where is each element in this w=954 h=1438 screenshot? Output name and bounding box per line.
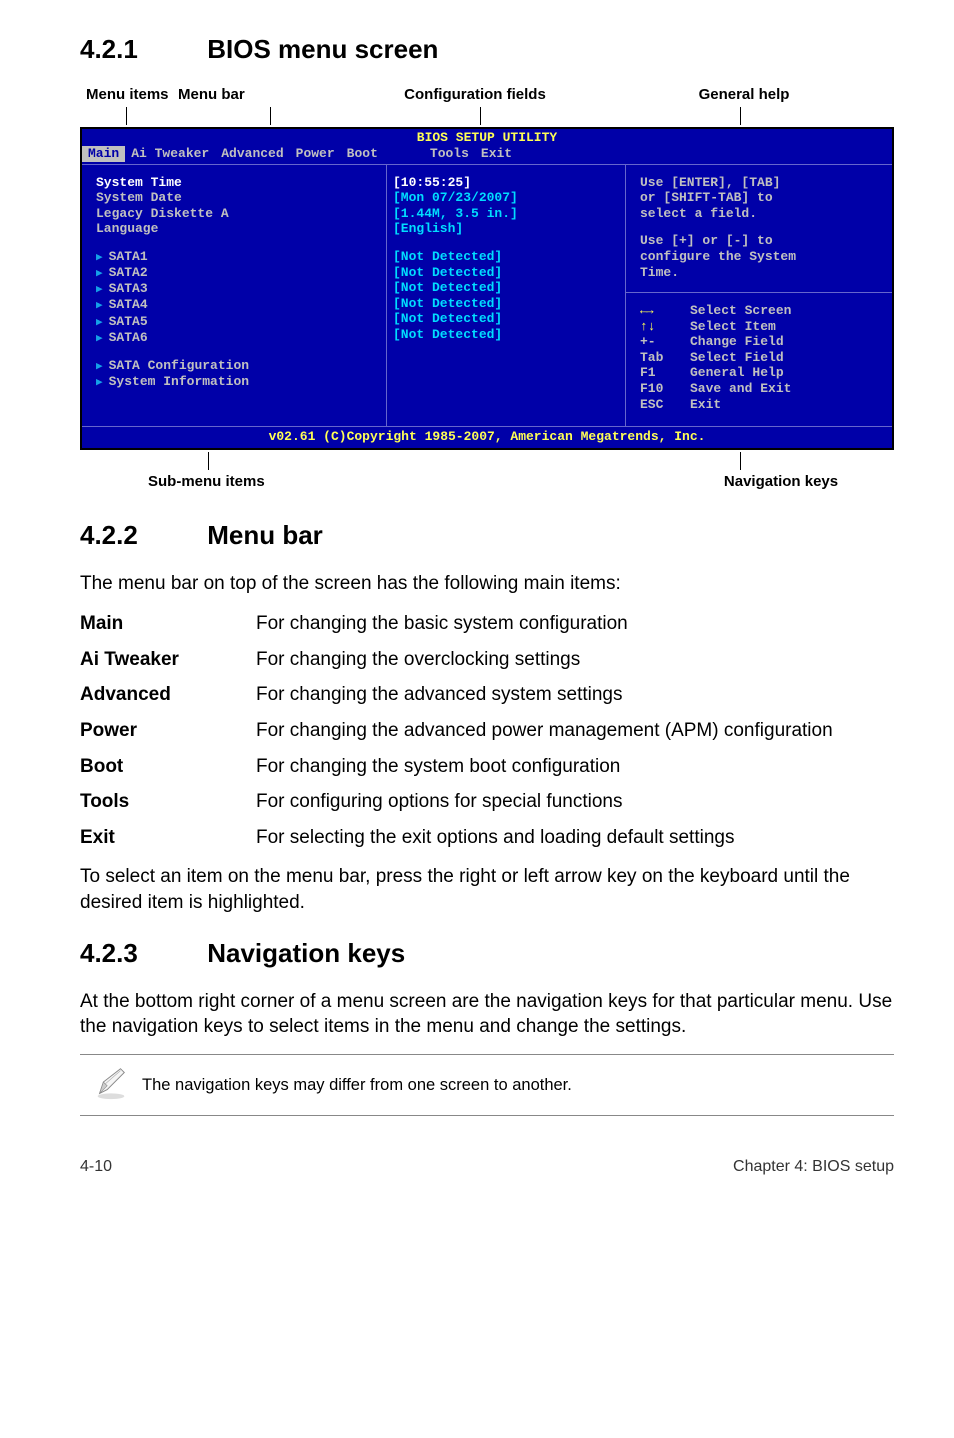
bios-bottom-labels: Sub-menu items Navigation keys — [80, 472, 894, 492]
bios-nav-exit: ESCExit — [640, 397, 882, 413]
bios-nav-general-help: F1General Help — [640, 365, 882, 381]
bios-screenshot: BIOS SETUP UTILITY Main Ai Tweaker Advan… — [80, 127, 894, 450]
table-row: MainFor changing the basic system config… — [80, 611, 894, 637]
bios-item-sata1: SATA1 — [96, 249, 380, 265]
bios-val-sata5: [Not Detected] — [393, 311, 619, 327]
bios-menubar: Main Ai Tweaker Advanced Power Boot Tool… — [82, 146, 892, 164]
page-footer: 4-10 Chapter 4: BIOS setup — [80, 1156, 894, 1178]
bios-title: BIOS SETUP UTILITY — [82, 129, 892, 146]
bios-tab-exit: Exit — [475, 146, 518, 162]
bios-item-system-date: System Date — [96, 190, 380, 206]
heading-title: Navigation keys — [207, 938, 405, 968]
bios-item-sata4: SATA4 — [96, 297, 380, 313]
menubar-table: MainFor changing the basic system config… — [80, 611, 894, 850]
bios-footer: v02.61 (C)Copyright 1985-2007, American … — [82, 427, 892, 448]
bios-tab-main: Main — [82, 146, 125, 162]
bios-help-line: Use [+] or [-] to — [640, 233, 882, 249]
heading-title: Menu bar — [207, 520, 323, 550]
heading-num: 4.2.2 — [80, 518, 200, 553]
footer-page-number: 4-10 — [80, 1156, 112, 1178]
label-config-fields: Configuration fields — [350, 85, 600, 105]
bios-nav-save-exit: F10Save and Exit — [640, 381, 882, 397]
bios-mid-pane: [10:55:25] [Mon 07/23/2007] [1.44M, 3.5 … — [387, 165, 625, 427]
below-connector-lines — [80, 452, 894, 470]
bios-item-language: Language — [96, 221, 380, 237]
bios-tab-advanced: Advanced — [215, 146, 289, 162]
arrows-icon — [640, 303, 690, 319]
label-navigation-keys: Navigation keys — [668, 472, 894, 492]
bios-item-system-info: System Information — [96, 374, 380, 390]
table-row: ExitFor selecting the exit options and l… — [80, 825, 894, 851]
updown-icon — [640, 319, 690, 335]
label-connector-lines — [80, 107, 894, 125]
note-text: The navigation keys may differ from one … — [142, 1074, 572, 1096]
label-menu-items: Menu items — [86, 85, 178, 105]
bios-top-labels: Menu items Menu bar Configuration fields… — [80, 85, 894, 105]
bios-item-sata2: SATA2 — [96, 265, 380, 281]
bios-val-time: [10:55:25] — [393, 175, 619, 191]
bios-item-sata6: SATA6 — [96, 330, 380, 346]
bios-val-date: [Mon 07/23/2007] — [393, 190, 619, 206]
bios-val-sata1: [Not Detected] — [393, 249, 619, 265]
bios-nav-select-field: TabSelect Field — [640, 350, 882, 366]
table-row: Ai TweakerFor changing the overclocking … — [80, 647, 894, 673]
bios-val-sata2: [Not Detected] — [393, 265, 619, 281]
pencil-icon — [80, 1063, 142, 1107]
label-general-help: General help — [600, 85, 888, 105]
note-box: The navigation keys may differ from one … — [80, 1054, 894, 1116]
bios-right-pane: Use [ENTER], [TAB] or [SHIFT-TAB] to sel… — [625, 165, 892, 427]
bios-tab-boot: Boot — [341, 146, 384, 162]
bios-help-line: Use [ENTER], [TAB] — [640, 175, 882, 191]
bios-tab-aitweaker: Ai Tweaker — [125, 146, 215, 162]
heading-title: BIOS menu screen — [207, 34, 438, 64]
table-row: BootFor changing the system boot configu… — [80, 754, 894, 780]
bios-nav-change-field: +-Change Field — [640, 334, 882, 350]
heading-423: 4.2.3 Navigation keys — [80, 936, 894, 971]
bios-val-language: [English] — [393, 221, 619, 237]
bios-item-sata5: SATA5 — [96, 314, 380, 330]
bios-help-line: or [SHIFT-TAB] to — [640, 190, 882, 206]
heading-num: 4.2.1 — [80, 32, 200, 67]
menubar-outro: To select an item on the menu bar, press… — [80, 864, 894, 915]
bios-val-sata4: [Not Detected] — [393, 296, 619, 312]
bios-item-system-time: System Time — [96, 175, 380, 191]
menubar-intro: The menu bar on top of the screen has th… — [80, 571, 894, 597]
bios-help-line: configure the System — [640, 249, 882, 265]
table-row: PowerFor changing the advanced power man… — [80, 718, 894, 744]
bios-val-sata6: [Not Detected] — [393, 327, 619, 343]
bios-help-line: Time. — [640, 265, 882, 281]
heading-421: 4.2.1 BIOS menu screen — [80, 32, 894, 67]
navkeys-paragraph: At the bottom right corner of a menu scr… — [80, 989, 894, 1040]
label-menu-bar: Menu bar — [178, 85, 350, 105]
heading-422: 4.2.2 Menu bar — [80, 518, 894, 553]
bios-help-line: select a field. — [640, 206, 882, 222]
table-row: AdvancedFor changing the advanced system… — [80, 682, 894, 708]
bios-nav-select-item: Select Item — [640, 319, 882, 335]
bios-item-sata3: SATA3 — [96, 281, 380, 297]
bios-item-sata-config: SATA Configuration — [96, 358, 380, 374]
bios-nav-select-screen: Select Screen — [640, 303, 882, 319]
heading-num: 4.2.3 — [80, 936, 200, 971]
bios-val-sata3: [Not Detected] — [393, 280, 619, 296]
bios-item-legacy-diskette: Legacy Diskette A — [96, 206, 380, 222]
label-submenu-items: Sub-menu items — [80, 472, 668, 492]
bios-tab-tools: Tools — [424, 146, 475, 162]
bios-val-legacy: [1.44M, 3.5 in.] — [393, 206, 619, 222]
bios-tab-power: Power — [290, 146, 341, 162]
footer-chapter: Chapter 4: BIOS setup — [733, 1156, 894, 1178]
bios-left-pane: System Time System Date Legacy Diskette … — [82, 165, 387, 427]
table-row: ToolsFor configuring options for special… — [80, 789, 894, 815]
